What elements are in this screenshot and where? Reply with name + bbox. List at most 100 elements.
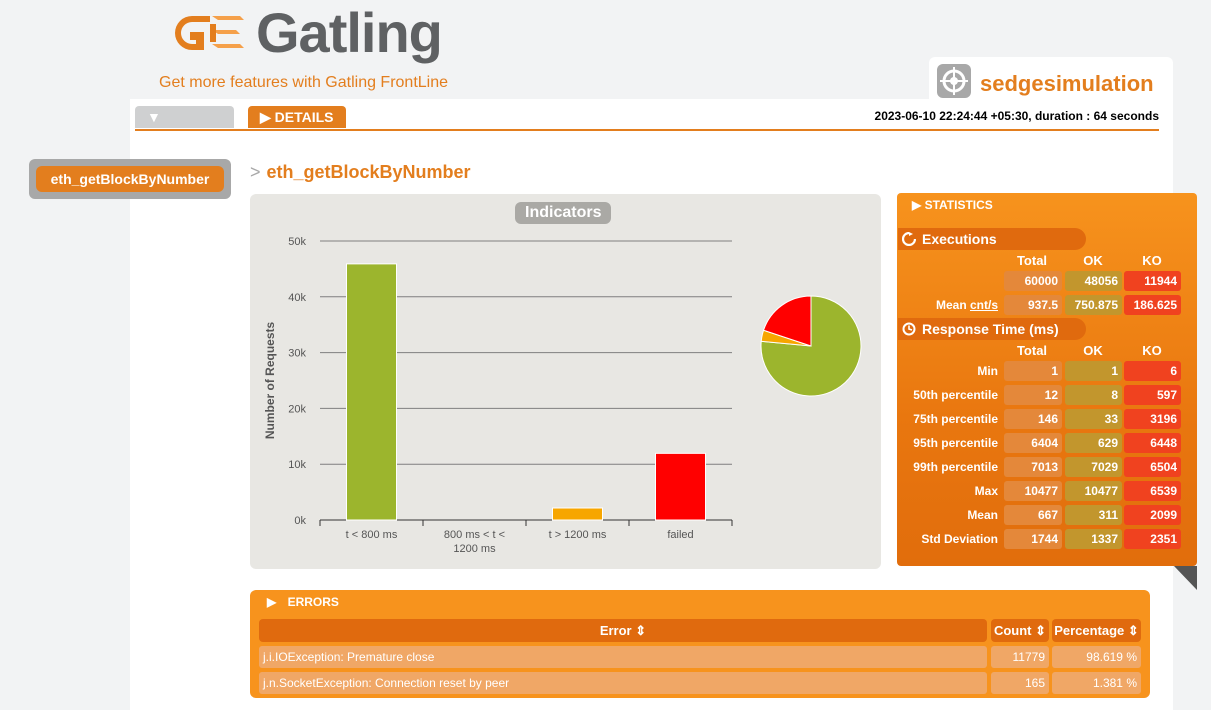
response-row-label: Min	[977, 364, 998, 378]
response-row-label: 99th percentile	[913, 460, 998, 474]
response-row-label: 50th percentile	[913, 388, 998, 402]
errors-col-percentage[interactable]: Percentage ⇕	[1052, 619, 1141, 642]
x-tick-label: t > 1200 ms	[549, 529, 607, 541]
response-time-title: Response Time (ms)	[922, 321, 1059, 337]
y-tick-label: 20k	[288, 403, 306, 415]
response-row-ok: 8	[1065, 385, 1122, 405]
executions-header: Executions	[898, 228, 1086, 250]
y-tick-label: 0k	[294, 515, 306, 527]
executions-ko: 11944	[1124, 271, 1181, 291]
y-tick-label: 10k	[288, 459, 306, 471]
error-row-2-percentage: 1.381 %	[1052, 672, 1141, 694]
response-col-ok: OK	[1083, 343, 1103, 358]
statistics-title-label: STATISTICS	[924, 198, 993, 212]
error-row-1-message: j.i.IOException: Premature close	[259, 646, 987, 668]
response-row-ko: 2099	[1124, 505, 1181, 525]
response-time-header: Response Time (ms)	[898, 318, 1086, 340]
response-row-ok: 629	[1065, 433, 1122, 453]
errors-title-label: ERRORS	[287, 595, 339, 609]
sort-icon: ⇕	[635, 623, 647, 638]
mean-cnt-ok: 750.875	[1065, 295, 1122, 315]
response-row-ok: 1337	[1065, 529, 1122, 549]
mean-cnt-total: 937.5	[1004, 295, 1062, 315]
refresh-icon	[902, 232, 916, 246]
triangle-down-icon: ▼	[147, 109, 161, 125]
gatling-logo-icon	[175, 16, 244, 50]
executions-title: Executions	[922, 231, 997, 247]
response-row-total: 146	[1004, 409, 1062, 429]
request-title: > eth_getBlockByNumber	[250, 162, 471, 183]
errors-col-percentage-label: Percentage	[1054, 623, 1125, 638]
request-name: eth_getBlockByNumber	[266, 162, 471, 182]
tab-details[interactable]: ▶ DETAILS	[248, 106, 346, 128]
logo-text: Gatling	[256, 1, 443, 64]
executions-col-ko: KO	[1142, 253, 1162, 268]
response-row-ok: 10477	[1065, 481, 1122, 501]
y-tick-label: 50k	[288, 236, 306, 248]
errors-col-error[interactable]: Error ⇕	[259, 619, 987, 642]
breadcrumb-arrow: >	[250, 162, 261, 182]
response-row-label: 75th percentile	[913, 412, 998, 426]
x-tick-label: t < 800 ms	[346, 529, 398, 541]
indicators-label: Indicators	[515, 202, 612, 224]
sidebar-item-eth-getblockbynumber[interactable]: eth_getBlockByNumber	[36, 166, 224, 192]
response-row-label: Mean	[967, 508, 998, 522]
indicators-chart: 0k 10k 20k 30k 40k 50k Number of Requests t < 8…	[263, 236, 862, 555]
error-row-1-count: 11779	[991, 646, 1049, 668]
y-axis-label: Number of Requests	[263, 322, 277, 440]
executions-col-ok: OK	[1083, 253, 1103, 268]
errors-title[interactable]: ▶ ERRORS	[267, 595, 339, 609]
response-row-ko: 2351	[1124, 529, 1181, 549]
response-row-total: 1744	[1004, 529, 1062, 549]
response-row-total: 667	[1004, 505, 1062, 525]
bar	[552, 507, 603, 521]
x-tick-label: 800 ms < t <	[444, 529, 505, 541]
response-row-ko: 6448	[1124, 433, 1181, 453]
bar	[655, 452, 706, 521]
clock-icon	[902, 322, 916, 336]
response-row-ko: 597	[1124, 385, 1181, 405]
tab-global-label: GLOBAL	[147, 131, 207, 147]
tab-global[interactable]: ▼ GLOBAL	[135, 106, 234, 147]
x-tick-label: 1200 ms	[453, 543, 496, 555]
executions-ok: 48056	[1065, 271, 1122, 291]
y-tick-label: 30k	[288, 348, 306, 360]
tab-details-label: DETAILS	[274, 109, 334, 125]
mean-cnt-ko: 186.625	[1124, 295, 1181, 315]
statistics-title[interactable]: ▶ STATISTICS	[912, 198, 993, 212]
response-col-ko: KO	[1142, 343, 1162, 358]
executions-total: 60000	[1004, 271, 1062, 291]
response-col-total: Total	[1016, 343, 1048, 358]
triangle-right-icon: ▶	[260, 109, 271, 125]
tab-underline	[135, 129, 1159, 131]
response-row-ok: 33	[1065, 409, 1122, 429]
errors-col-count-label: Count	[993, 623, 1032, 638]
triangle-right-icon: ▶	[267, 595, 277, 609]
errors-col-error-label: Error	[599, 623, 632, 638]
response-row-total: 12	[1004, 385, 1062, 405]
sort-icon: ⇕	[1035, 623, 1047, 638]
response-row-total: 7013	[1004, 457, 1062, 477]
simulation-name: sedgesimulation	[980, 71, 1154, 96]
error-row-2-message: j.n.SocketException: Connection reset by…	[259, 672, 987, 694]
bar	[346, 263, 397, 521]
response-row-ko: 6	[1124, 361, 1181, 381]
errors-col-count[interactable]: Count ⇕	[991, 619, 1049, 642]
response-row-ok: 1	[1065, 361, 1122, 381]
y-tick-label: 40k	[288, 292, 306, 304]
response-row-total: 1	[1004, 361, 1062, 381]
frontline-link[interactable]: Get more features with Gatling FrontLine	[159, 74, 448, 92]
response-row-label: Max	[974, 484, 998, 498]
response-row-ok: 311	[1065, 505, 1122, 525]
panel-fold-corner	[1174, 566, 1197, 590]
response-row-ko: 6504	[1124, 457, 1181, 477]
response-row-total: 10477	[1004, 481, 1062, 501]
target-icon	[937, 64, 971, 98]
triangle-right-icon: ▶	[912, 198, 922, 212]
mean-cnt-label: Mean cnt/s	[935, 298, 998, 312]
response-row-label: Std Deviation	[921, 532, 998, 546]
response-row-ok: 7029	[1065, 457, 1122, 477]
response-row-label: 95th percentile	[913, 436, 998, 450]
error-row-1-percentage: 98.619 %	[1052, 646, 1141, 668]
sort-icon: ⇕	[1127, 623, 1139, 638]
